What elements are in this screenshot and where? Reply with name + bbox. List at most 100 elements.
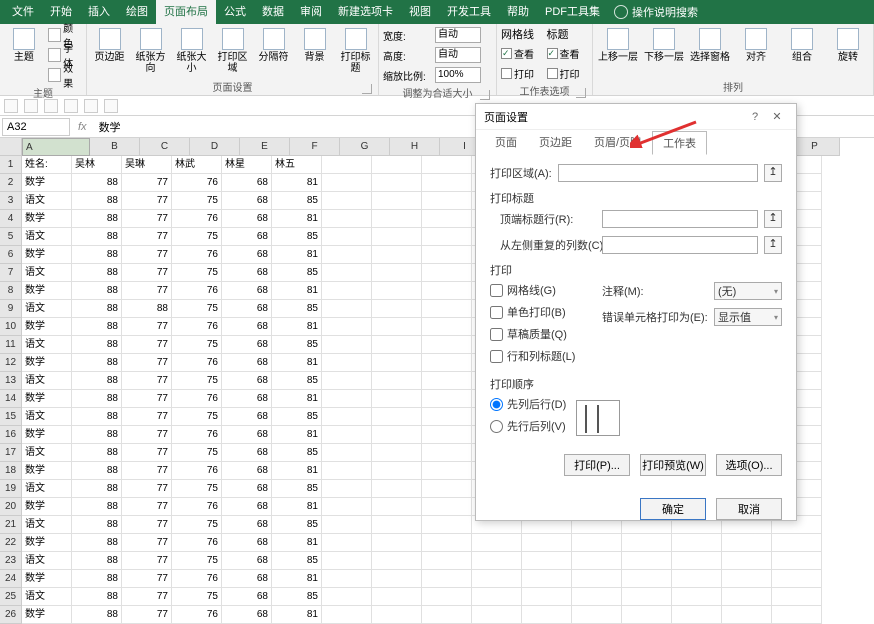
row-header[interactable]: 22: [0, 534, 22, 552]
cell[interactable]: 77: [122, 318, 172, 336]
row-header[interactable]: 16: [0, 426, 22, 444]
menu-文件[interactable]: 文件: [4, 0, 42, 24]
headings-print-check[interactable]: 打印: [547, 64, 589, 82]
cell[interactable]: 75: [172, 228, 222, 246]
cell[interactable]: 75: [172, 516, 222, 534]
over-down-radio[interactable]: 先行后列(V): [490, 418, 566, 434]
col-header[interactable]: G: [340, 138, 390, 156]
cell[interactable]: 68: [222, 588, 272, 606]
cell[interactable]: [322, 426, 372, 444]
cell[interactable]: 81: [272, 210, 322, 228]
menu-插入[interactable]: 插入: [80, 0, 118, 24]
cell[interactable]: 语文: [22, 228, 72, 246]
cell[interactable]: 林武: [172, 156, 222, 174]
cell[interactable]: [372, 354, 422, 372]
cell[interactable]: [322, 228, 372, 246]
cell[interactable]: 85: [272, 336, 322, 354]
cell[interactable]: 76: [172, 462, 222, 480]
cell[interactable]: 林五: [272, 156, 322, 174]
scale-pct[interactable]: 100%: [435, 67, 481, 83]
cell[interactable]: 88: [72, 552, 122, 570]
dialog-tab-1[interactable]: 页边距: [528, 130, 583, 154]
scale-width[interactable]: 自动: [435, 27, 481, 43]
cell[interactable]: [372, 210, 422, 228]
menu-公式[interactable]: 公式: [216, 0, 254, 24]
cell[interactable]: [322, 336, 372, 354]
cell[interactable]: 88: [72, 390, 122, 408]
dialog-tab-2[interactable]: 页眉/页脚: [583, 130, 652, 154]
menu-新建选项卡[interactable]: 新建选项卡: [330, 0, 401, 24]
cell[interactable]: 75: [172, 192, 222, 210]
cell[interactable]: 68: [222, 534, 272, 552]
cell[interactable]: 85: [272, 588, 322, 606]
row-header[interactable]: 19: [0, 480, 22, 498]
menu-页面布局[interactable]: 页面布局: [156, 0, 216, 24]
cell[interactable]: [572, 588, 622, 606]
gridlines-view-check[interactable]: 查看: [501, 44, 543, 62]
cell[interactable]: 88: [72, 534, 122, 552]
cell[interactable]: 76: [172, 534, 222, 552]
cell[interactable]: 68: [222, 390, 272, 408]
cell[interactable]: 88: [72, 606, 122, 624]
cell[interactable]: [422, 588, 472, 606]
cell[interactable]: [322, 534, 372, 552]
cell[interactable]: 林星: [222, 156, 272, 174]
cell[interactable]: 85: [272, 444, 322, 462]
cell[interactable]: [372, 606, 422, 624]
cell[interactable]: [522, 606, 572, 624]
row-header[interactable]: 11: [0, 336, 22, 354]
cell[interactable]: [322, 210, 372, 228]
cell[interactable]: 68: [222, 408, 272, 426]
qat-icon[interactable]: [104, 99, 118, 113]
cell[interactable]: 77: [122, 570, 172, 588]
row-header[interactable]: 1: [0, 156, 22, 174]
cell[interactable]: [372, 228, 422, 246]
cell[interactable]: 数学: [22, 318, 72, 336]
dialog-tab-0[interactable]: 页面: [484, 130, 528, 154]
cell[interactable]: [472, 606, 522, 624]
cell[interactable]: [722, 534, 772, 552]
cell[interactable]: 68: [222, 606, 272, 624]
cell[interactable]: [622, 570, 672, 588]
cell[interactable]: [322, 264, 372, 282]
size-button[interactable]: 纸张大小: [173, 26, 210, 74]
bring-forward-button[interactable]: 上移一层: [597, 26, 639, 63]
cell[interactable]: 语文: [22, 264, 72, 282]
cell[interactable]: 81: [272, 426, 322, 444]
page-setup-launcher-icon[interactable]: [362, 84, 372, 94]
cell[interactable]: [422, 606, 472, 624]
close-icon[interactable]: ✕: [766, 110, 788, 123]
cell[interactable]: 85: [272, 264, 322, 282]
cell[interactable]: [322, 282, 372, 300]
draft-check[interactable]: 草稿质量(Q): [490, 326, 590, 342]
cell[interactable]: 语文: [22, 588, 72, 606]
cell[interactable]: 88: [72, 318, 122, 336]
menu-绘图[interactable]: 绘图: [118, 0, 156, 24]
cell[interactable]: [372, 552, 422, 570]
cell[interactable]: [322, 318, 372, 336]
row-header[interactable]: 18: [0, 462, 22, 480]
cell[interactable]: [422, 354, 472, 372]
cell[interactable]: 81: [272, 498, 322, 516]
preview-button[interactable]: 打印预览(W): [640, 454, 706, 476]
cell[interactable]: [322, 588, 372, 606]
cell[interactable]: 76: [172, 570, 222, 588]
cell[interactable]: [472, 570, 522, 588]
cell[interactable]: 85: [272, 516, 322, 534]
cell[interactable]: [372, 372, 422, 390]
cell[interactable]: 68: [222, 192, 272, 210]
cell[interactable]: 76: [172, 246, 222, 264]
cell[interactable]: 姓名:: [22, 156, 72, 174]
cell[interactable]: 数学: [22, 390, 72, 408]
cell[interactable]: 76: [172, 390, 222, 408]
scale-height[interactable]: 自动: [435, 47, 481, 63]
cell[interactable]: 85: [272, 480, 322, 498]
menu-PDF工具集[interactable]: PDF工具集: [537, 0, 608, 24]
cell[interactable]: [422, 516, 472, 534]
cell[interactable]: [322, 390, 372, 408]
cell[interactable]: 68: [222, 462, 272, 480]
cell[interactable]: [622, 588, 672, 606]
select-all-corner[interactable]: [0, 138, 22, 156]
cell[interactable]: 88: [72, 570, 122, 588]
top-rows-input[interactable]: [602, 210, 758, 228]
